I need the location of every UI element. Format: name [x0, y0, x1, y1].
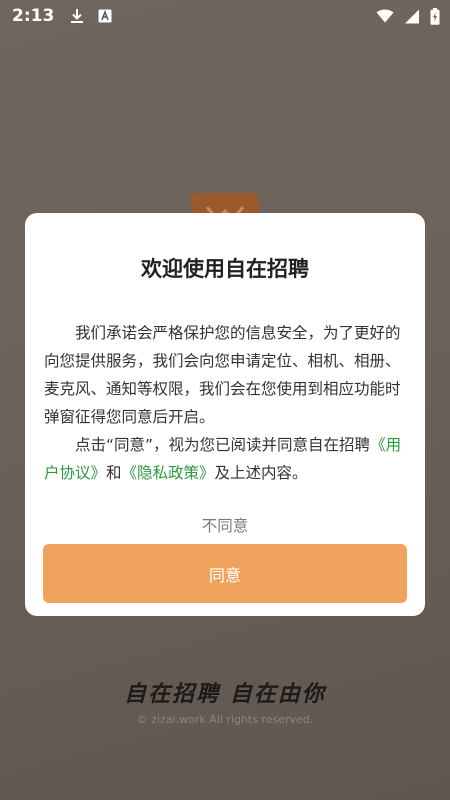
battery-charging-icon	[430, 7, 440, 25]
signal-icon	[404, 9, 420, 24]
consent-prefix-text: 点击“同意”，视为您已阅读并同意自在招聘	[75, 436, 371, 454]
privacy-consent-dialog: 欢迎使用自在招聘 我们承诺会严格保护您的信息安全，为了更好的向您提供服务，我们会…	[25, 213, 425, 616]
dialog-body: 我们承诺会严格保护您的信息安全，为了更好的向您提供服务，我们会向您申请定位、相机…	[43, 319, 407, 487]
status-bar: 2:13	[0, 0, 450, 32]
privacy-policy-link[interactable]: 《隐私政策》	[122, 464, 215, 482]
and-text: 和	[106, 464, 122, 482]
agree-button[interactable]: 同意	[43, 544, 407, 603]
status-notification-icons	[70, 8, 112, 24]
status-time: 2:13	[12, 6, 55, 26]
app-screen: 2:13 欢迎使用自在招聘 我们承诺会严格保护您的信息安全，为了更好的向您提供服…	[0, 0, 450, 800]
a-badge-icon	[98, 9, 112, 23]
wifi-icon	[376, 9, 394, 23]
copyright-text: © zizai.work All rights reserved.	[136, 713, 314, 726]
app-slogan: 自在招聘 自在由你	[124, 682, 326, 707]
dialog-title: 欢迎使用自在招聘	[141, 257, 309, 281]
permission-paragraph: 我们承诺会严格保护您的信息安全，为了更好的向您提供服务，我们会向您申请定位、相机…	[44, 324, 401, 426]
download-icon	[70, 8, 84, 24]
consent-suffix-text: 及上述内容。	[214, 464, 308, 482]
consent-paragraph: 点击“同意”，视为您已阅读并同意自在招聘《用户协议》和《隐私政策》及上述内容。	[44, 431, 406, 487]
status-system-icons	[376, 0, 440, 32]
disagree-button[interactable]: 不同意	[43, 515, 407, 537]
